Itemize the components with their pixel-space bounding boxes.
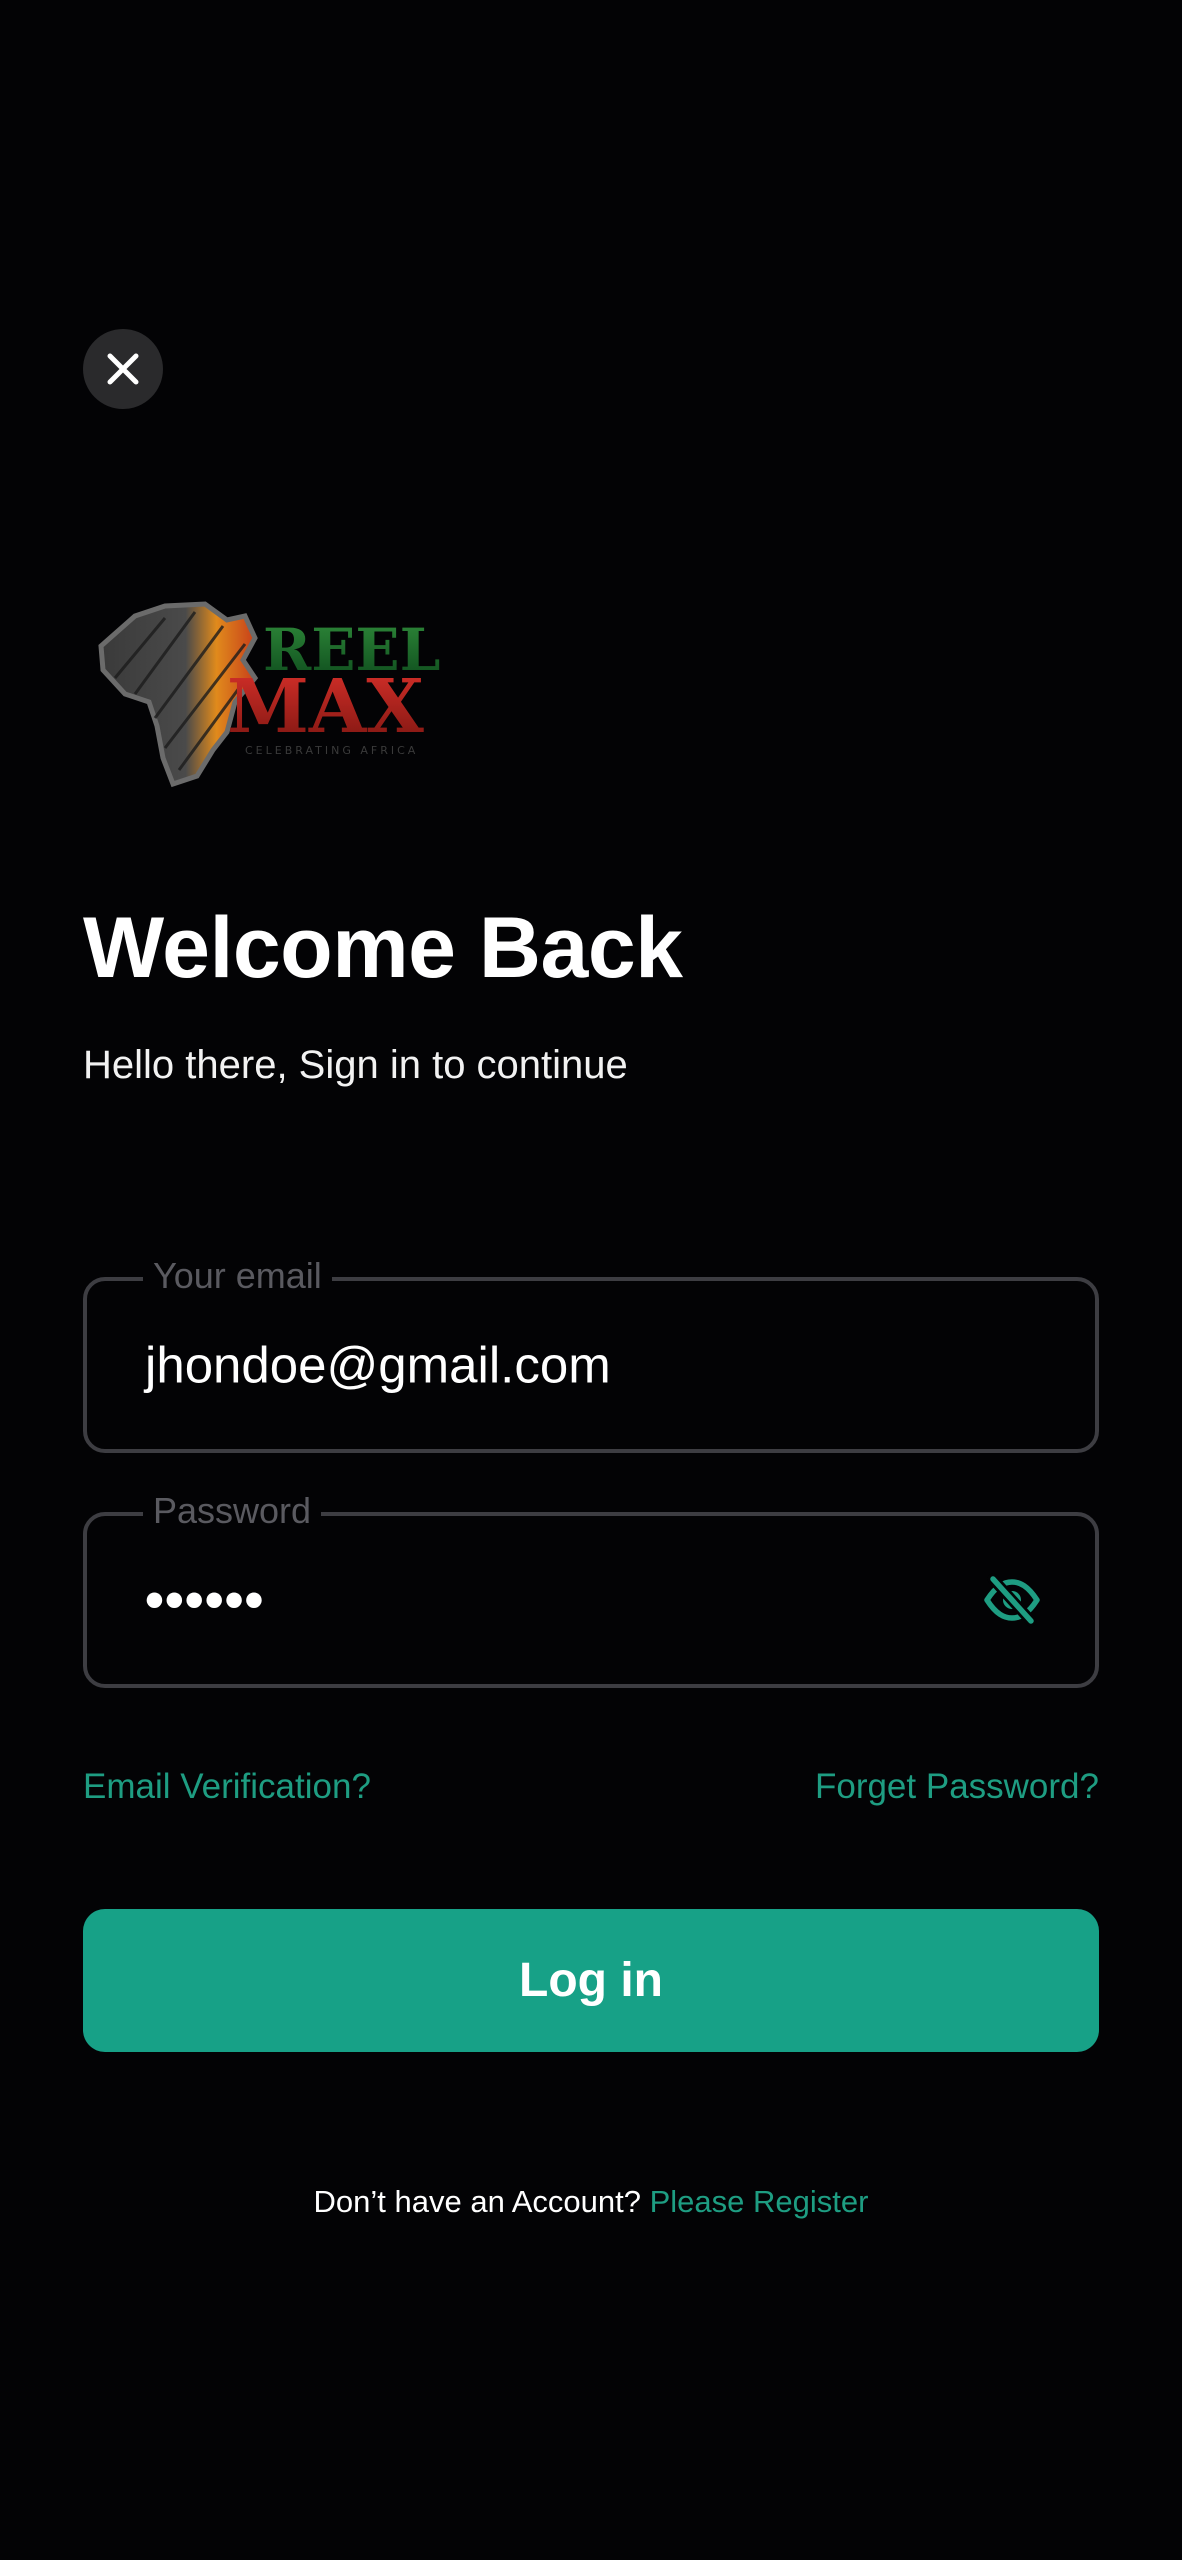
password-field[interactable]: Password •••••• (83, 1489, 1099, 1688)
register-prompt-row: Don’t have an Account? Please Register (0, 2184, 1182, 2220)
email-field[interactable]: Your email jhondoe@gmail.com (83, 1254, 1099, 1453)
africa-map-logo-icon: REEL MAX CELEBRATING AFRICA (98, 601, 440, 788)
register-prompt-text: Don’t have an Account? (313, 2184, 641, 2219)
page-title: Welcome Back (83, 900, 683, 996)
svg-text:CELEBRATING AFRICA: CELEBRATING AFRICA (245, 744, 418, 757)
email-field-label: Your email (143, 1254, 332, 1298)
email-input[interactable]: jhondoe@gmail.com (145, 1336, 611, 1395)
email-verification-link[interactable]: Email Verification? (83, 1767, 371, 1807)
close-icon (107, 353, 139, 385)
login-button[interactable]: Log in (83, 1909, 1099, 2052)
svg-text:MAX: MAX (227, 664, 424, 750)
register-link[interactable]: Please Register (650, 2184, 869, 2219)
close-button[interactable] (83, 329, 163, 409)
reelmax-logo: REEL MAX CELEBRATING AFRICA (95, 598, 475, 794)
password-field-label: Password (143, 1489, 322, 1533)
eye-off-icon[interactable] (983, 1571, 1041, 1629)
page-subtitle: Hello there, Sign in to continue (83, 1043, 628, 1087)
password-input[interactable]: •••••• (145, 1569, 264, 1631)
forget-password-link[interactable]: Forget Password? (815, 1767, 1099, 1807)
